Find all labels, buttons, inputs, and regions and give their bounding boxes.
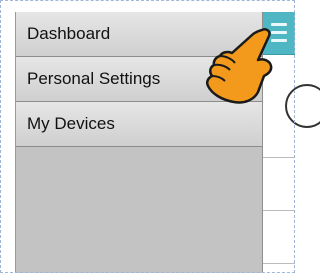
tap-hand-icon xyxy=(205,28,273,104)
list-divider xyxy=(263,157,295,158)
sidebar-item-label: Dashboard xyxy=(27,24,111,43)
list-divider xyxy=(263,210,295,211)
list-divider xyxy=(263,263,295,264)
sidebar-item-label: My Devices xyxy=(27,114,115,133)
sidebar-item-label: Personal Settings xyxy=(27,69,161,88)
sidebar-item-my-devices[interactable]: My Devices xyxy=(16,102,262,147)
avatar-circle[interactable] xyxy=(285,84,320,128)
